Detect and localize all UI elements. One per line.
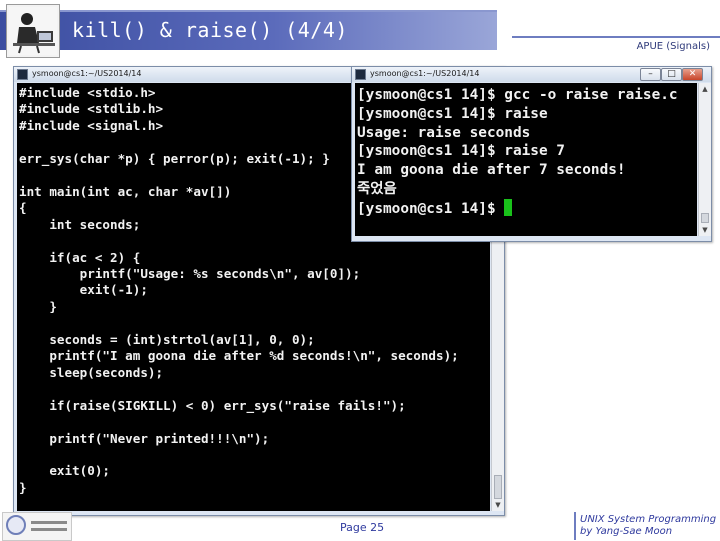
terminal-line: [ysmoon@cs1 14]$ raise 7	[357, 143, 565, 160]
window-title: ysmoon@cs1:~/US2014/14	[370, 69, 480, 78]
footer-author: by Yang-Sae Moon	[580, 526, 673, 537]
minimize-button[interactable]: –	[640, 68, 661, 81]
scrollbar-thumb[interactable]	[494, 475, 502, 499]
scrollbar-thumb[interactable]	[701, 213, 709, 223]
footer-rule	[574, 512, 576, 540]
person-at-computer-icon	[6, 4, 60, 58]
logo-wordmark	[31, 521, 67, 524]
university-seal-icon	[6, 515, 26, 535]
university-logo	[2, 512, 72, 541]
window-titlebar[interactable]: ysmoon@cs1:~/US2014/14 – □ ✕	[352, 67, 711, 82]
course-tag: APUE (Signals)	[636, 41, 710, 52]
terminal-line: I am goona die after 7 seconds!	[357, 162, 626, 179]
arrow-down-icon[interactable]: ▼	[493, 500, 503, 510]
window-title: ysmoon@cs1:~/US2014/14	[32, 69, 142, 78]
slide-title: kill() & raise() (4/4)	[72, 18, 348, 42]
maximize-button[interactable]: □	[661, 68, 682, 81]
terminal-prompt: [ysmoon@cs1 14]$	[357, 200, 505, 217]
terminal-line: Usage: raise seconds	[357, 124, 531, 141]
output-terminal-window[interactable]: ysmoon@cs1:~/US2014/14 – □ ✕ [ysmoon@cs1…	[351, 66, 712, 242]
terminal-cursor	[504, 198, 513, 216]
terminal-scrollbar[interactable]: ▲ ▼	[698, 83, 711, 236]
terminal-line: 죽었음	[357, 180, 397, 197]
footer-credit: UNIX System Programming by Yang-Sae Moon	[580, 514, 716, 538]
page-number: Page 25	[340, 521, 385, 534]
terminal-line: [ysmoon@cs1 14]$ raise	[357, 105, 548, 122]
terminal-output[interactable]: [ysmoon@cs1 14]$ gcc -o raise raise.c [y…	[355, 83, 697, 236]
logo-wordmark	[31, 528, 67, 531]
footer-course: UNIX System Programming	[580, 514, 717, 525]
terminal-icon	[17, 69, 28, 80]
close-button[interactable]: ✕	[682, 68, 703, 81]
header-rule	[512, 36, 720, 38]
arrow-up-icon[interactable]: ▲	[700, 84, 710, 94]
terminal-icon	[355, 69, 366, 80]
prompt-line[interactable]: [ysmoon@cs1 14]$	[357, 198, 697, 219]
arrow-down-icon[interactable]: ▼	[700, 225, 710, 235]
slide-header: kill() & raise() (4/4) APUE (Signals)	[0, 0, 720, 62]
terminal-line: [ysmoon@cs1 14]$ gcc -o raise raise.c	[357, 87, 678, 103]
